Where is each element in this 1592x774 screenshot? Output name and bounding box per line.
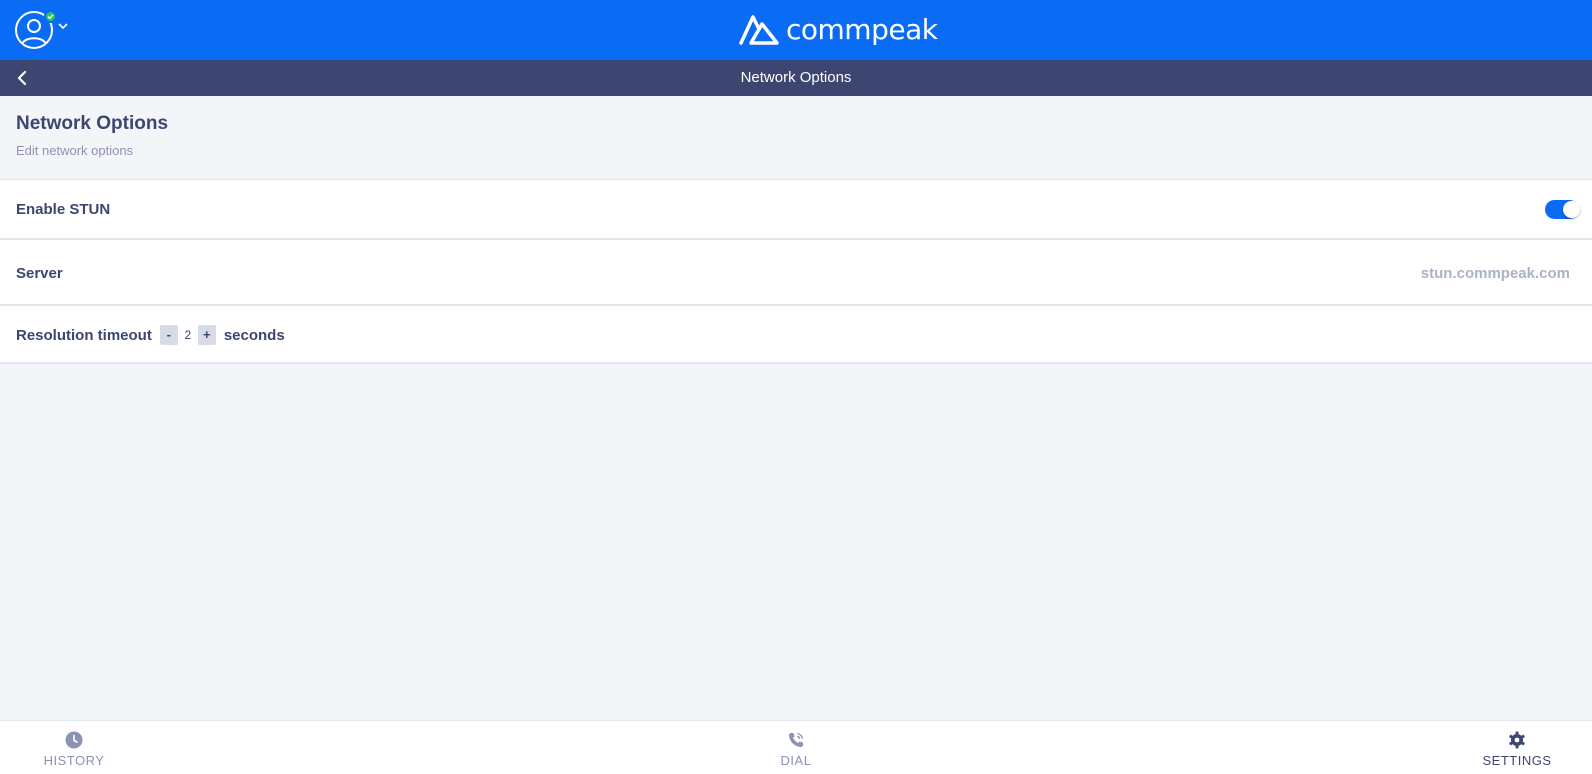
commpeak-logo: commpeak [738, 11, 938, 47]
resolution-timeout-row: Resolution timeout - 2 + seconds [0, 306, 1592, 364]
gear-icon [1509, 731, 1525, 749]
status-online-icon [44, 10, 57, 23]
toggle-knob [1563, 201, 1580, 218]
page-title: Network Options [16, 113, 169, 134]
nav-dial-label: DIAL [780, 753, 812, 768]
timeout-stepper: - 2 + [159, 325, 216, 345]
phone-icon [789, 732, 804, 747]
nav-history-label: HISTORY [43, 753, 105, 768]
nav-history[interactable]: HISTORY [34, 721, 114, 774]
clock-icon [65, 731, 83, 749]
logo-text: commpeak [786, 12, 938, 46]
page-header: Network Options Edit network options [16, 113, 168, 158]
subheader-title: Network Options [740, 69, 852, 86]
timeout-unit-label: seconds [223, 326, 285, 344]
top-bar: commpeak [0, 0, 1592, 60]
server-label: Server [16, 265, 63, 282]
back-chevron-icon[interactable] [14, 69, 32, 87]
nav-settings-label: SETTINGS [1482, 753, 1552, 768]
nav-dial[interactable]: DIAL [756, 721, 836, 774]
enable-stun-row: Enable STUN [0, 179, 1592, 240]
chevron-down-icon[interactable] [58, 23, 68, 30]
timeout-value[interactable]: 2 [177, 325, 198, 345]
increment-button[interactable]: + [197, 325, 216, 345]
server-value[interactable]: stun.commpeak.com [1421, 265, 1570, 282]
server-row: Server stun.commpeak.com [0, 240, 1592, 306]
enable-stun-label: Enable STUN [16, 201, 111, 218]
page-subtitle: Edit network options [16, 143, 134, 158]
enable-stun-toggle[interactable] [1545, 200, 1580, 219]
decrement-button[interactable]: - [159, 325, 178, 345]
nav-settings[interactable]: SETTINGS [1472, 721, 1562, 774]
user-avatar-button[interactable] [15, 10, 57, 49]
logo-mark-icon [739, 15, 779, 45]
sub-header: Network Options [0, 60, 1592, 96]
resolution-timeout-label: Resolution timeout [16, 326, 152, 344]
bottom-nav: HISTORY DIAL SETTINGS [0, 720, 1592, 774]
